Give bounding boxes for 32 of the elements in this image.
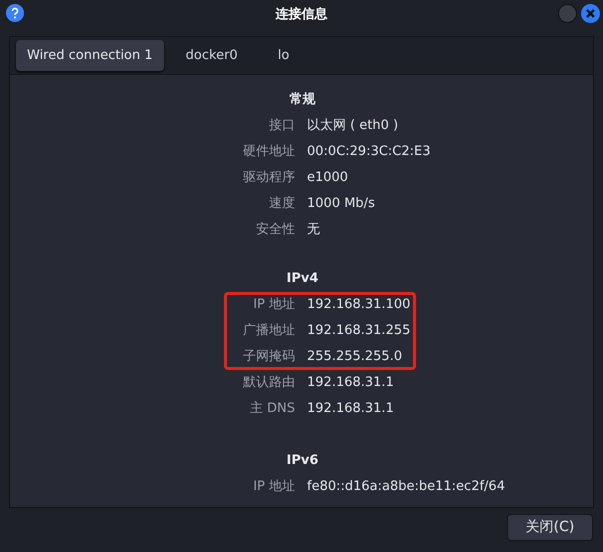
tab[interactable]: lo [260,40,308,71]
field-value: 192.168.31.1 [307,400,394,418]
section-heading: IPv4 [286,270,318,288]
field-label: 默认路由 [242,374,295,392]
field-label: 子网掩码 [242,348,295,366]
field-label: 接口 [268,117,295,136]
field-value: 以太网 ( eth0 ) [307,117,398,136]
field-value: fe80::d16a:a8be:be11:ec2f/64 [307,478,505,496]
field-value: 192.168.31.1 [307,374,394,392]
tab[interactable]: Wired connection 1 [16,40,164,71]
tab[interactable]: docker0 [168,40,256,71]
field-value: 00:0C:29:3C:C2:E3 [307,143,431,162]
field-label: 主 DNS [248,400,295,418]
section-heading: IPv6 [286,452,318,470]
field-value: 192.168.31.100 [307,296,410,314]
close-button[interactable]: 关闭(C) [507,514,593,541]
field-label: 广播地址 [242,322,295,340]
field-label: 速度 [268,195,295,214]
section-heading: 常规 [290,91,316,110]
field-label: 安全性 [255,221,295,240]
field-label: 驱动程序 [242,169,295,188]
field-value: 192.168.31.255 [307,322,410,340]
field-value: 无 [307,221,320,240]
field-value: e1000 [307,169,348,188]
field-label: 硬件地址 [242,143,295,162]
window-title: 连接信息 [276,6,328,24]
field-label: IP 地址 [252,296,295,314]
field-value: 255.255.255.0 [307,348,402,366]
field-value: 1000 Mb/s [307,195,375,214]
close-icon[interactable] [581,4,600,23]
field-label: IP 地址 [252,478,295,496]
help-icon[interactable] [6,4,24,22]
